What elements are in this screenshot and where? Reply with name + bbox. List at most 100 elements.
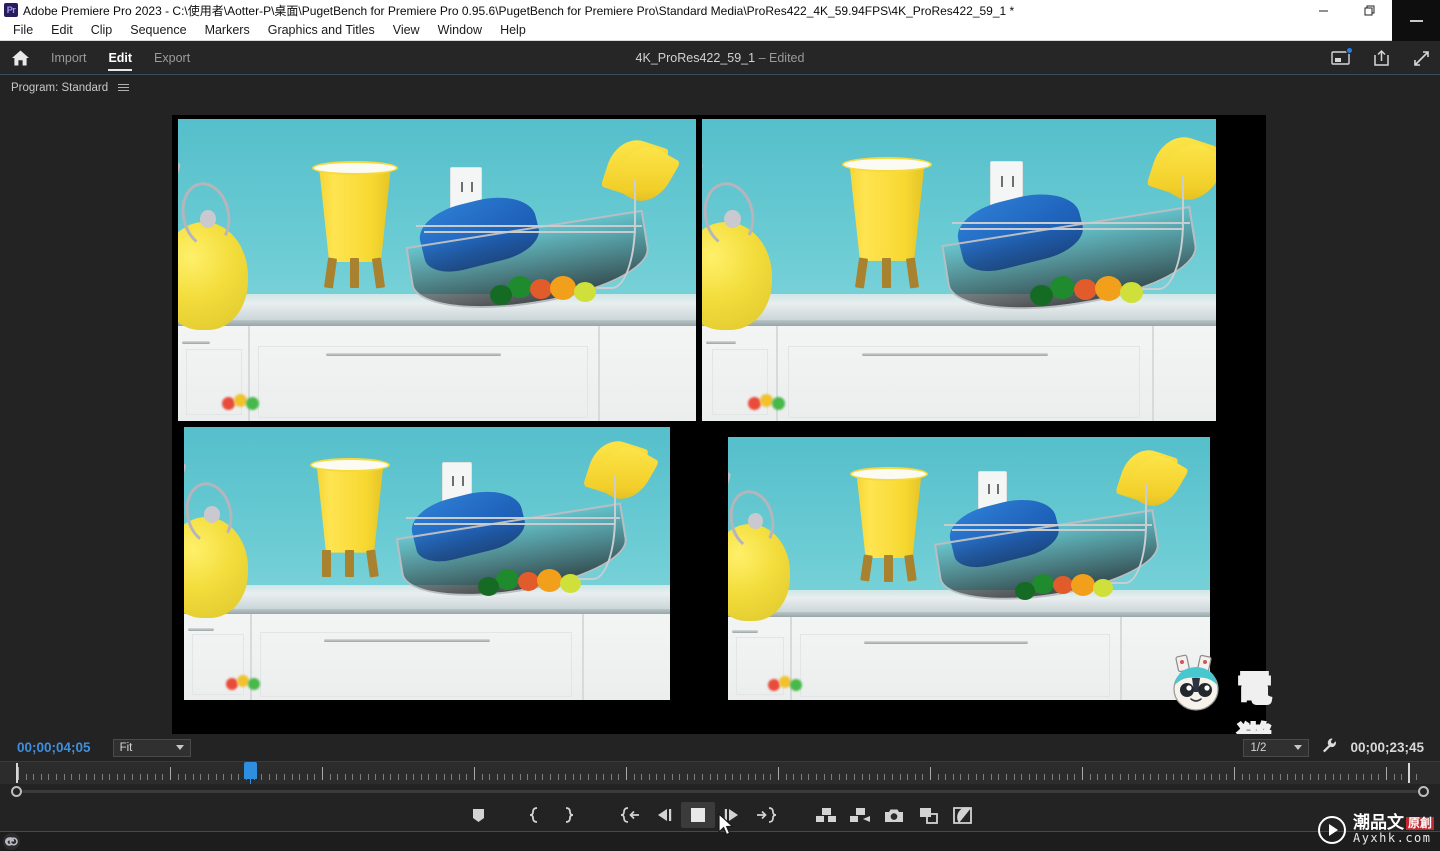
safe-margins-button[interactable] (945, 802, 979, 828)
quad-bottom-left (184, 427, 670, 700)
share-upload-icon (1373, 49, 1389, 66)
mouse-pointer-icon (718, 813, 735, 836)
playback-resolution-select[interactable]: 1/2 (1243, 738, 1310, 757)
go-to-out-button[interactable] (749, 802, 783, 828)
go-to-in-icon (620, 807, 639, 823)
premiere-pro-window: Pr Adobe Premiere Pro 2023 - C:\使用者\Aott… (0, 0, 1440, 851)
playhead[interactable] (244, 762, 257, 785)
in-point-marker[interactable] (16, 763, 18, 783)
otter-girl-mascot-icon (1173, 654, 1219, 711)
overlay-window-widget (1392, 0, 1440, 41)
program-monitor[interactable]: 電獺少女 (0, 100, 1440, 734)
camera-icon (885, 809, 903, 822)
mark-out-icon (565, 807, 573, 823)
tab-import[interactable]: Import (40, 41, 97, 75)
wrench-icon (1323, 738, 1337, 752)
kitchen-scene (728, 437, 1210, 700)
play-stop-button[interactable] (681, 802, 715, 828)
quad-top-right (702, 119, 1250, 421)
comparison-view-button[interactable] (911, 802, 945, 828)
share-upload-button[interactable] (1370, 47, 1392, 69)
window-titlebar: Pr Adobe Premiere Pro 2023 - C:\使用者\Aott… (0, 0, 1440, 20)
chevron-down-icon (1294, 745, 1303, 750)
minimize-button[interactable] (1300, 0, 1346, 20)
notification-badge (1346, 47, 1353, 54)
current-timecode[interactable]: 00;00;04;05 (17, 740, 91, 755)
watermark-line1: 潮品文 (1352, 812, 1404, 833)
duration-timecode: 00;00;23;45 (1350, 740, 1424, 755)
watermark-overlay-text: 電獺少女 (1236, 669, 1275, 734)
menu-help[interactable]: Help (491, 20, 535, 40)
extract-icon (850, 808, 870, 822)
add-marker-button[interactable] (461, 802, 495, 828)
safe-margins-icon (952, 806, 972, 824)
corner-watermark: 潮品文 原創 Ayxhk.com (1317, 812, 1434, 846)
mark-in-icon (529, 807, 537, 823)
workspace-topbar: Import Edit Export 4K_ProRes422_59_1 – E… (0, 41, 1440, 75)
fullscreen-expand-button[interactable] (1410, 47, 1432, 69)
scrollbar-track[interactable] (22, 790, 1418, 793)
watermark-line2: Ayxhk.com (1352, 831, 1432, 846)
out-point-marker[interactable] (1408, 763, 1410, 783)
mark-out-button[interactable] (551, 802, 585, 828)
chevron-down-icon (175, 745, 184, 750)
export-frame-button[interactable] (877, 802, 911, 828)
sequence-title: 4K_ProRes422_59_1 – Edited (0, 51, 1440, 65)
lift-icon (816, 808, 836, 822)
kitchen-scene (178, 119, 696, 421)
tab-export[interactable]: Export (143, 41, 201, 75)
premiere-pro-logo-icon: Pr (4, 3, 18, 17)
menu-edit[interactable]: Edit (42, 20, 82, 40)
video-stage: 電獺少女 (172, 115, 1273, 734)
menu-markers[interactable]: Markers (196, 20, 259, 40)
overlay-minimize-icon[interactable] (1409, 19, 1423, 22)
menu-sequence[interactable]: Sequence (121, 20, 195, 40)
sequence-edited-state: – Edited (758, 50, 805, 65)
quad-bottom-right (728, 437, 1210, 700)
go-to-out-icon (757, 807, 776, 823)
settings-wrench-button[interactable] (1321, 737, 1338, 759)
step-back-icon (658, 809, 672, 821)
monitor-zoom-scrollbar[interactable] (0, 784, 1440, 799)
menu-graphics-and-titles[interactable]: Graphics and Titles (259, 20, 384, 40)
lift-button[interactable] (809, 802, 843, 828)
play-circle-icon (1317, 815, 1346, 844)
panel-menu-icon[interactable] (118, 84, 130, 91)
scrollbar-handle-left[interactable] (11, 786, 22, 797)
go-to-in-button[interactable] (613, 802, 647, 828)
extract-button[interactable] (843, 802, 877, 828)
topbar-right-icons (1330, 41, 1432, 75)
tab-edit[interactable]: Edit (97, 41, 143, 75)
home-button[interactable] (0, 41, 40, 75)
monitor-time-ruler[interactable] (0, 761, 1440, 785)
scrollbar-handle-right[interactable] (1418, 786, 1429, 797)
restore-button[interactable] (1346, 0, 1392, 20)
corner-watermark-text: 潮品文 原創 Ayxhk.com (1352, 812, 1434, 846)
menu-window[interactable]: Window (429, 20, 491, 40)
zoom-level-select[interactable]: Fit (112, 738, 191, 757)
mark-in-button[interactable] (517, 802, 551, 828)
zoom-level-value: Fit (119, 741, 133, 754)
monitor-timecode-right: 1/2 00;00;23;45 (1243, 737, 1424, 759)
playback-resolution-value: 1/2 (1250, 741, 1267, 754)
window-controls (1300, 0, 1392, 20)
step-back-button[interactable] (647, 802, 681, 828)
window-title: Adobe Premiere Pro 2023 - C:\使用者\Aotter-… (23, 3, 1015, 18)
progress-monitor-button[interactable] (1330, 47, 1353, 69)
panel-title: Program: Standard (11, 81, 109, 94)
workspace-tabs: Import Edit Export (40, 41, 201, 75)
menu-clip[interactable]: Clip (82, 20, 122, 40)
watermark-seal: 原創 (1405, 816, 1434, 831)
kitchen-scene (702, 119, 1250, 421)
stop-icon (691, 808, 705, 822)
menubar: File Edit Clip Sequence Markers Graphics… (0, 20, 1440, 41)
creative-cloud-icon[interactable] (3, 833, 20, 850)
quad-top-left (178, 119, 696, 421)
program-panel-header: Program: Standard (0, 75, 1440, 100)
sequence-name: 4K_ProRes422_59_1 (635, 50, 756, 65)
kitchen-scene (184, 427, 670, 700)
menu-view[interactable]: View (384, 20, 429, 40)
marker-icon (472, 808, 484, 822)
comparison-view-icon (919, 807, 938, 824)
menu-file[interactable]: File (4, 20, 42, 40)
